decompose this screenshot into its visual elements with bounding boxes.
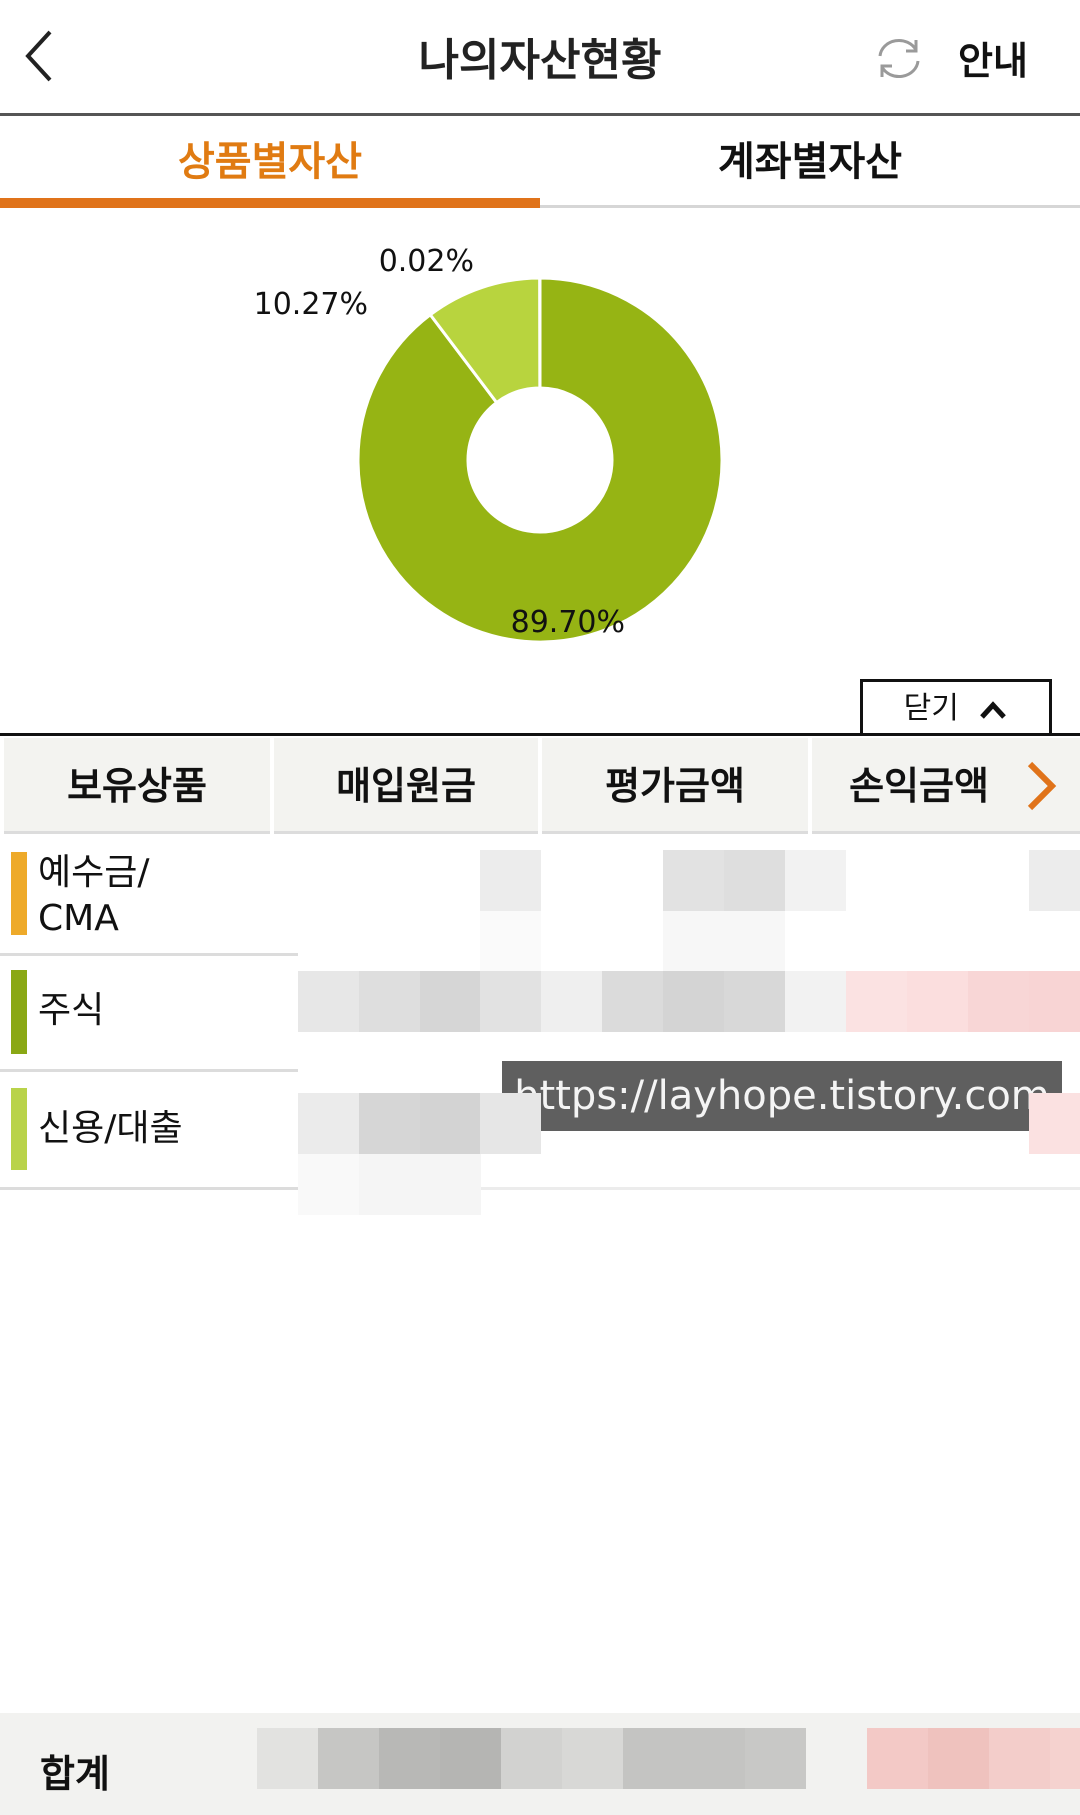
masked-cell [480, 911, 541, 972]
masked-cell [663, 971, 724, 1032]
header-evaluation-amount[interactable]: 평가금액 [542, 738, 808, 834]
total-footer: 합계 [0, 1713, 1080, 1815]
masked-cell [663, 850, 724, 911]
table-row-credit-loan[interactable]: 신용/대출 [0, 1072, 298, 1190]
masked-cell [907, 971, 968, 1032]
masked-cell [541, 971, 602, 1032]
masked-cell [359, 1154, 420, 1215]
masked-cell [1029, 850, 1080, 911]
masked-cell [379, 1728, 440, 1789]
legend-swatch [11, 970, 27, 1054]
row-label-credit-loan: 신용/대출 [38, 1108, 183, 1149]
masked-cell [663, 911, 724, 972]
chevron-right-icon[interactable] [1022, 758, 1062, 814]
row-label-deposit-cma: 예수금/ CMA [38, 852, 150, 939]
app-header: 나의자산현황 안내 [0, 0, 1080, 116]
masked-cell [420, 971, 481, 1032]
table-header: 보유상품 매입원금 평가금액 손익금액 [0, 738, 1080, 834]
masked-cell [846, 971, 907, 1032]
pie-slice-label: 89.70% [511, 605, 625, 640]
header-purchase-principal[interactable]: 매입원금 [274, 738, 538, 834]
masked-cell [480, 850, 541, 911]
masked-cell [562, 1728, 623, 1789]
masked-cell [989, 1728, 1050, 1789]
masked-cell [298, 1093, 359, 1154]
chevron-up-icon [980, 700, 1007, 719]
masked-cell [724, 911, 785, 972]
masked-cell [867, 1728, 928, 1789]
watermark-text: https://layhope.tistory.com [502, 1061, 1062, 1131]
header-holding-product[interactable]: 보유상품 [4, 738, 270, 834]
masked-cell [420, 1154, 481, 1215]
masked-cell [1029, 1093, 1080, 1154]
masked-cell [440, 1728, 501, 1789]
masked-cell [298, 1154, 359, 1215]
masked-cell [684, 1728, 745, 1789]
masked-cell [1050, 1728, 1080, 1789]
masked-cell [480, 971, 541, 1032]
masked-cell [928, 1728, 989, 1789]
pie-slice-label: 10.27% [254, 287, 368, 322]
guide-button[interactable]: 안내 [958, 30, 1028, 85]
legend-swatch [11, 1088, 27, 1170]
masked-cell [724, 850, 785, 911]
table-row-stock[interactable]: 주식 [0, 956, 298, 1072]
masked-cell [968, 971, 1029, 1032]
table-row-deposit-cma[interactable]: 예수금/ CMA [0, 836, 298, 956]
close-button-label: 닫기 [903, 691, 959, 726]
tab-assets-by-account[interactable]: 계좌별자산 [540, 116, 1080, 208]
masked-cell [501, 1728, 562, 1789]
pie-slice-label: 0.02% [379, 244, 474, 279]
masked-cell [420, 1093, 481, 1154]
legend-swatch [11, 852, 27, 935]
masked-cell [298, 971, 359, 1032]
row-label-stock: 주식 [38, 990, 105, 1031]
tab-assets-by-product[interactable]: 상품별자산 [0, 116, 540, 208]
back-chevron-left-icon[interactable] [18, 24, 78, 88]
masked-cell [318, 1728, 379, 1789]
total-label: 합계 [40, 1752, 110, 1796]
masked-cell [745, 1728, 806, 1789]
masked-cell [257, 1728, 318, 1789]
masked-cell [480, 1093, 541, 1154]
refresh-icon[interactable] [872, 34, 926, 82]
masked-cell [724, 971, 785, 1032]
masked-cell [359, 971, 420, 1032]
masked-cell [623, 1728, 684, 1789]
asset-tabs: 상품별자산 계좌별자산 [0, 116, 1080, 208]
masked-cell [602, 971, 663, 1032]
masked-cell [1029, 971, 1080, 1032]
masked-cell [785, 850, 846, 911]
masked-cell [785, 971, 846, 1032]
masked-cell [359, 1093, 420, 1154]
close-button[interactable]: 닫기 [860, 679, 1052, 735]
asset-donut-chart: 89.70% 10.27% 0.02% [254, 244, 724, 644]
table-top-border [0, 733, 1080, 736]
